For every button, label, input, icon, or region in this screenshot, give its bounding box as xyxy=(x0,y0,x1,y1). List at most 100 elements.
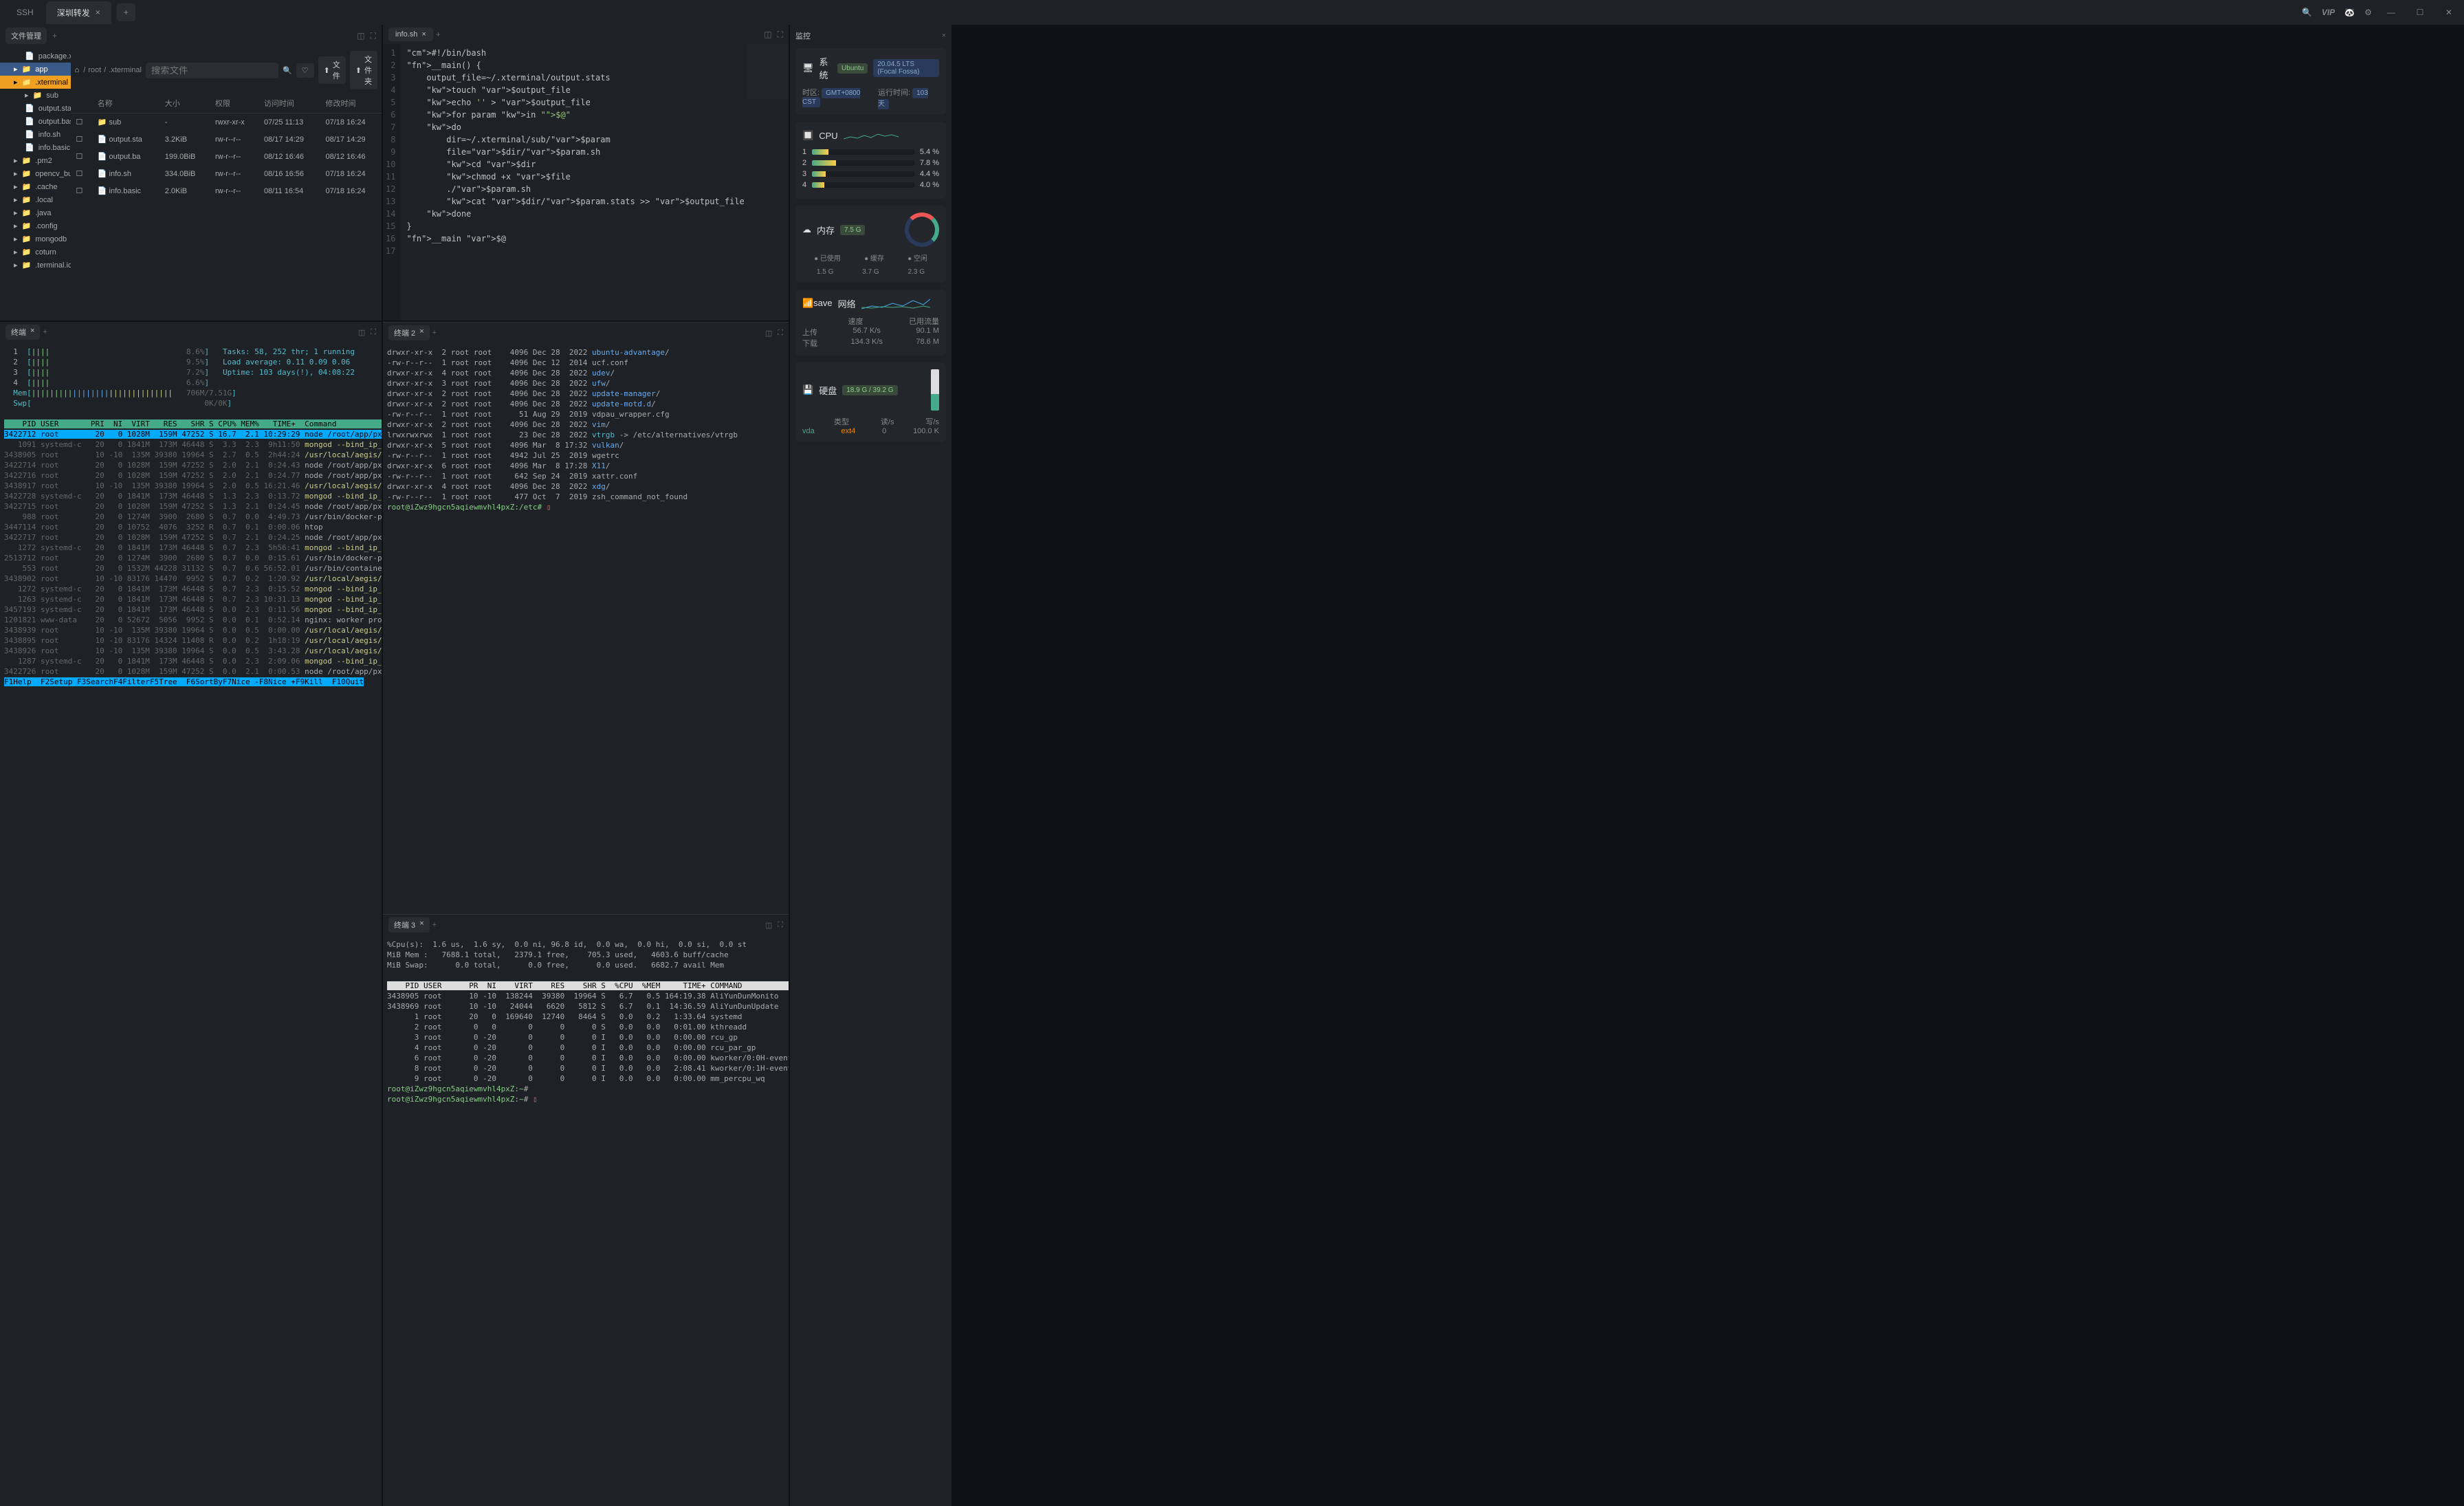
net-sparkline xyxy=(861,296,930,310)
home-icon[interactable]: ⌂ xyxy=(75,66,80,74)
add-terminal-tab[interactable]: + xyxy=(432,921,437,929)
favorite-button[interactable]: ♡ xyxy=(296,63,314,78)
editor-panel: info.sh× + ◫ ⛶ 1234567891011121314151617 … xyxy=(383,25,789,320)
split-icon[interactable]: ◫ xyxy=(357,31,364,41)
terminal-2[interactable]: drwxr-xr-x 2 root root 4096 Dec 28 2022 … xyxy=(383,343,789,914)
fm-tab[interactable]: 文件管理 xyxy=(6,28,47,44)
monitor-panel: 监控 × 🖥系统 Ubuntu 20.04.5 LTS (Focal Fossa… xyxy=(790,25,952,1506)
breadcrumb[interactable]: / root/ .xterminal xyxy=(83,66,142,74)
file-row[interactable]: ☐📄 info.basic2.0KiBrw-r--r--08/11 16:540… xyxy=(71,182,382,199)
terminal-tab[interactable]: 终端× xyxy=(6,325,40,340)
monitor-title: 监控 xyxy=(795,30,811,41)
terminal-2-tab[interactable]: 终端 2× xyxy=(388,325,430,340)
file-row[interactable]: ☐📁 sub-rwxr-xr-x07/25 11:1307/18 16:24 xyxy=(71,113,382,131)
file-row[interactable]: ☐📄 output.ba199.0BiBrw-r--r--08/12 16:46… xyxy=(71,148,382,165)
cpu-icon: 🔲 xyxy=(802,130,813,141)
cloud-icon: ☁ xyxy=(802,224,811,235)
add-terminal-tab[interactable]: + xyxy=(43,328,47,336)
split-icon[interactable]: ◫ xyxy=(358,328,365,337)
upload-file-button[interactable]: ⬆ 文件 xyxy=(318,56,346,84)
cpu-sparkline xyxy=(844,129,899,142)
search-input[interactable] xyxy=(146,63,278,78)
tree-item[interactable]: 📄 info.basic.sh xyxy=(0,141,71,154)
editor-tab[interactable]: info.sh× xyxy=(388,28,433,41)
mem-total-badge: 7.5 G xyxy=(840,225,865,235)
settings-icon[interactable]: ⚙ xyxy=(2364,8,2372,17)
minimize-button[interactable]: — xyxy=(2382,3,2401,22)
tree-item[interactable]: ▸ 📁 .config xyxy=(0,219,71,232)
terminal-3-tab[interactable]: 终端 3× xyxy=(388,917,430,932)
tree-item[interactable]: ▸ 📁 mongodb xyxy=(0,232,71,245)
cpu-core-row: 44.0 % xyxy=(802,181,939,189)
add-terminal-tab[interactable]: + xyxy=(432,329,437,337)
file-row[interactable]: ☐📄 info.sh334.0BiBrw-r--r--08/16 16:5607… xyxy=(71,165,382,182)
upload-folder-button[interactable]: ⬆ 文件夹 xyxy=(350,51,377,89)
close-icon[interactable]: × xyxy=(96,8,100,17)
tree-item[interactable]: ▸ 📁 .java xyxy=(0,206,71,219)
file-manager-panel: 文件管理 + ◫ ⛶ 📄 package.xml▸ 📁 app▸ 📁 .xterm… xyxy=(0,25,382,320)
emoji-icon[interactable]: 🐼 xyxy=(2344,8,2355,17)
add-tab-button[interactable]: + xyxy=(117,3,135,21)
cpu-card: 🔲CPU 15.4 %27.8 %34.4 %44.0 % xyxy=(795,122,946,199)
cpu-core-row: 27.8 % xyxy=(802,159,939,167)
terminal-3[interactable]: %Cpu(s): 1.6 us, 1.6 sy, 0.0 ni, 96.8 id… xyxy=(383,935,789,1506)
tree-item[interactable]: ▸ 📁 .local xyxy=(0,193,71,206)
terminal-right-panel: 终端 2× + ◫ ⛶ drwxr-xr-x 2 root root 4096 D… xyxy=(383,322,789,1506)
disk-card: 💾硬盘 18.9 G / 39.2 G 类型读/s写/s vdaext40100… xyxy=(795,362,946,442)
tree-item[interactable]: 📄 package.xml xyxy=(0,50,71,63)
disk-usage-badge: 18.9 G / 39.2 G xyxy=(842,385,897,395)
session-tabs: SSH 深圳转发 × + xyxy=(6,1,135,24)
vip-badge[interactable]: VIP xyxy=(2322,8,2335,17)
close-icon[interactable]: × xyxy=(419,919,424,930)
search-icon[interactable]: 🔍 xyxy=(2302,8,2312,17)
expand-icon[interactable]: ⛶ xyxy=(778,921,783,930)
expand-icon[interactable]: ⛶ xyxy=(778,329,783,338)
tab-label: 深圳转发 xyxy=(57,7,90,19)
tab-shenzhen[interactable]: 深圳转发 × xyxy=(46,1,111,24)
tree-item[interactable]: ▸ 📁 .terminal.icu xyxy=(0,259,71,272)
tree-item[interactable]: ▸ 📁 .cache xyxy=(0,180,71,193)
cpu-core-row: 34.4 % xyxy=(802,170,939,178)
code-editor[interactable]: 1234567891011121314151617 "cm">#!/bin/ba… xyxy=(383,44,789,320)
file-tree[interactable]: 📄 package.xml▸ 📁 app▸ 📁 .xterminal▸ 📁 su… xyxy=(0,47,71,320)
titlebar: SSH 深圳转发 × + 🔍 VIP 🐼 ⚙ — ☐ ✕ xyxy=(0,0,2464,25)
split-icon[interactable]: ◫ xyxy=(764,30,771,40)
network-card: 📶save网络 速度已用流量 上传56.7 K/s90.1 M 下载134.3 … xyxy=(795,290,946,356)
mem-gauge xyxy=(905,212,939,247)
add-fm-tab[interactable]: + xyxy=(52,31,57,41)
memory-card: ☁内存 7.5 G ● 已使用 ● 缓存 ● 空闲 1.5 G 3.7 G 2.… xyxy=(795,206,946,283)
terminal-1-panel: 终端× + ◫ ⛶ 1 [|||| 8.6%] Tasks: 58, 252 th… xyxy=(0,322,382,1506)
close-icon[interactable]: × xyxy=(942,32,946,40)
file-table[interactable]: 名称大小权限访问时间修改时间 ☐📁 sub-rwxr-xr-x07/25 11:… xyxy=(71,94,382,320)
disk-icon: 💾 xyxy=(802,384,813,395)
expand-icon[interactable]: ⛶ xyxy=(778,30,783,40)
tree-item[interactable]: 📄 output.basic. xyxy=(0,115,71,128)
maximize-button[interactable]: ☐ xyxy=(2410,3,2430,22)
expand-icon[interactable]: ⛶ xyxy=(371,31,376,41)
expand-icon[interactable]: ⛶ xyxy=(371,328,376,337)
close-icon[interactable]: × xyxy=(30,327,34,338)
search-icon[interactable]: 🔍 xyxy=(283,66,292,75)
tree-item[interactable]: ▸ 📁 app xyxy=(0,63,71,76)
terminal-1[interactable]: 1 [|||| 8.6%] Tasks: 58, 252 thr; 1 runn… xyxy=(0,342,382,1506)
close-button[interactable]: ✕ xyxy=(2439,3,2458,22)
os-badge: Ubuntu xyxy=(837,63,868,74)
tree-item[interactable]: ▸ 📁 .pm2 xyxy=(0,154,71,167)
wifi-icon: 📶save xyxy=(802,298,833,309)
minimap[interactable] xyxy=(747,44,789,99)
tree-item[interactable]: ▸ 📁 .xterminal xyxy=(0,76,71,89)
close-icon[interactable]: × xyxy=(421,30,426,39)
add-editor-tab[interactable]: + xyxy=(436,30,441,39)
tree-item[interactable]: ▸ 📁 coturn xyxy=(0,245,71,259)
tree-item[interactable]: 📄 info.sh xyxy=(0,128,71,141)
tree-item[interactable]: ▸ 📁 sub xyxy=(0,89,71,102)
split-icon[interactable]: ◫ xyxy=(765,921,772,930)
tab-ssh[interactable]: SSH xyxy=(6,2,45,23)
close-icon[interactable]: × xyxy=(419,327,424,338)
desktop-icon: 🖥 xyxy=(802,63,814,74)
file-row[interactable]: ☐📄 output.sta3.2KiBrw-r--r--08/17 14:290… xyxy=(71,131,382,148)
tree-item[interactable]: 📄 output.stats xyxy=(0,102,71,115)
split-icon[interactable]: ◫ xyxy=(765,329,772,338)
tree-item[interactable]: ▸ 📁 opencv_build xyxy=(0,167,71,180)
tab-label: SSH xyxy=(16,8,34,17)
